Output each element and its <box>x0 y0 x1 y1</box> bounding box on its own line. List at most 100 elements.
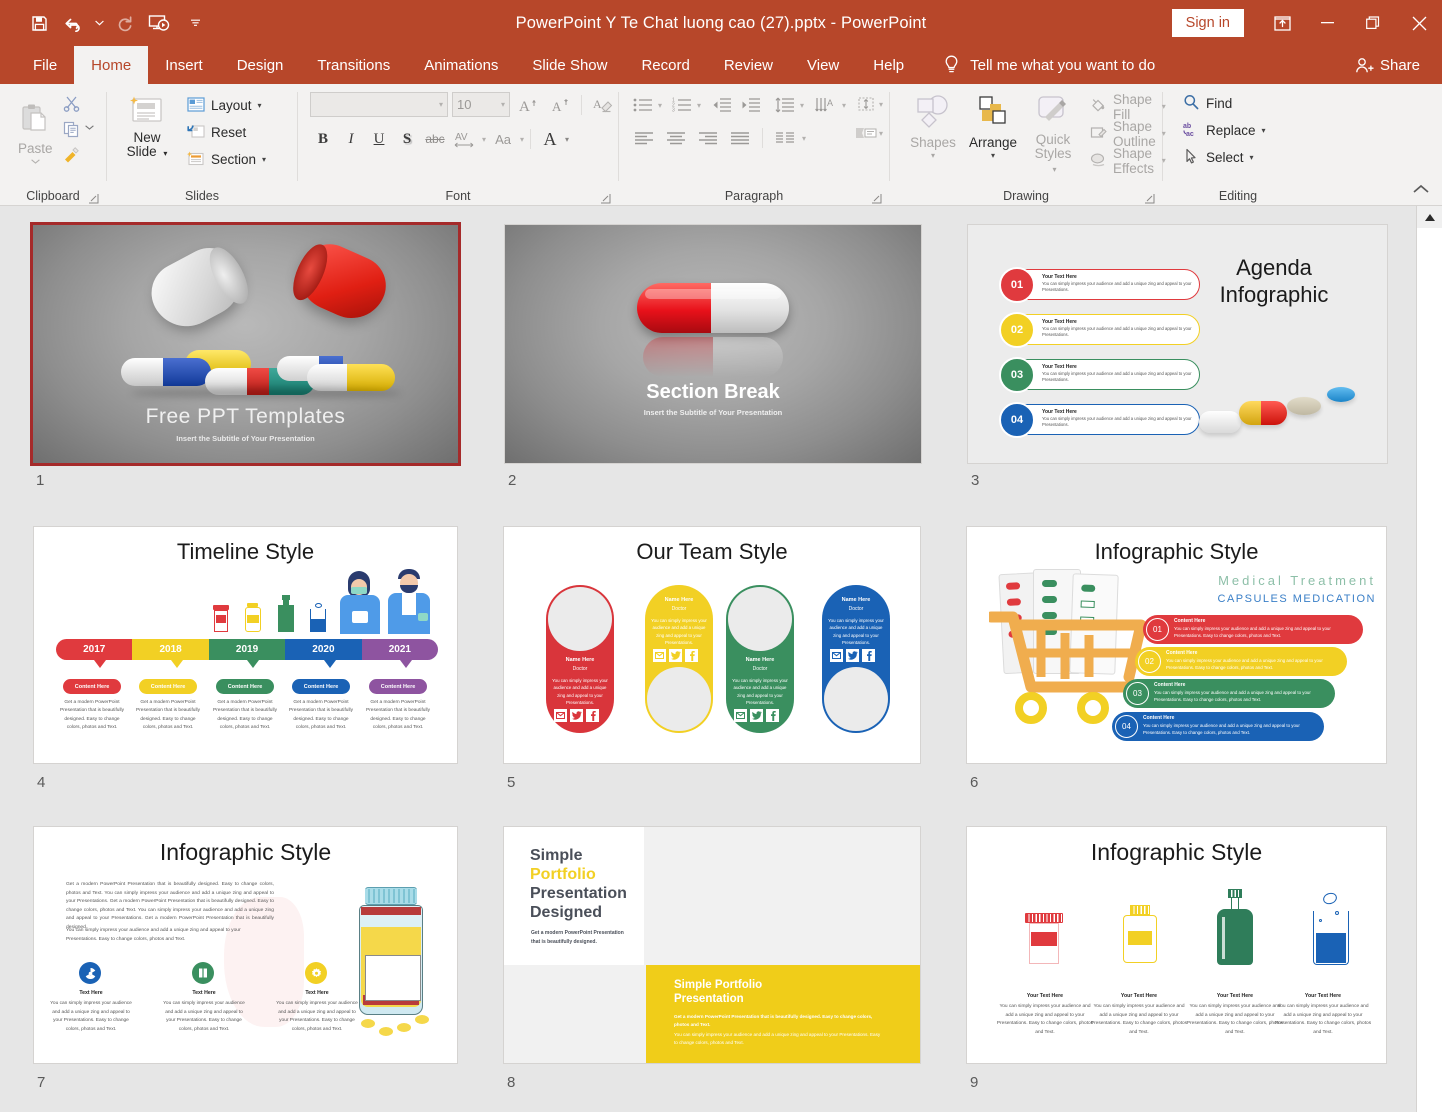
tell-me-search[interactable]: Tell me what you want to do <box>943 46 1155 84</box>
increase-indent-icon[interactable] <box>737 93 765 117</box>
numbering-caret[interactable]: ▾ <box>697 102 701 110</box>
maximize-restore-button[interactable] <box>1350 0 1396 46</box>
tab-slide-show[interactable]: Slide Show <box>515 46 624 84</box>
slide-thumbnail-4[interactable]: Timeline Style 2017 2018 2019 2020 2021 … <box>33 526 458 764</box>
tab-help[interactable]: Help <box>856 46 921 84</box>
slide-cell-6[interactable]: Infographic Style Medical Treatment CAPS… <box>966 526 1387 791</box>
strikethrough-button[interactable]: abc <box>422 127 448 151</box>
smartart-icon[interactable] <box>853 121 879 145</box>
slide-thumbnail-5[interactable]: Our Team Style Name Here Doctor You can … <box>503 526 921 764</box>
sign-in-button[interactable]: Sign in <box>1171 8 1244 38</box>
facebook-icon[interactable] <box>766 709 779 722</box>
drawing-dialog-launcher[interactable] <box>1144 191 1156 204</box>
font-name-combo[interactable]: ▾ <box>310 92 448 117</box>
character-spacing-caret[interactable]: ▾ <box>482 136 486 144</box>
arrange-caret[interactable]: ▾ <box>991 152 995 160</box>
change-case-caret[interactable]: ▾ <box>520 136 524 144</box>
character-spacing-icon[interactable]: AV <box>450 127 480 151</box>
envelope-icon[interactable] <box>734 709 747 722</box>
columns-caret[interactable]: ▾ <box>802 135 806 143</box>
select-button[interactable]: Select ▾ <box>1179 144 1270 171</box>
align-text-icon[interactable] <box>853 92 879 116</box>
line-spacing-icon[interactable] <box>771 93 799 117</box>
cut-icon[interactable] <box>59 91 85 115</box>
reset-button[interactable]: Reset <box>183 119 270 146</box>
select-caret[interactable]: ▾ <box>1250 153 1254 162</box>
slide-cell-2[interactable]: Section Break Insert the Subtitle of You… <box>504 224 922 489</box>
shapes-caret[interactable]: ▾ <box>931 152 935 160</box>
smartart-caret[interactable]: ▾ <box>879 130 883 138</box>
envelope-icon[interactable] <box>653 649 666 662</box>
shape-fill-button[interactable]: Shape Fill ▾ <box>1086 92 1170 122</box>
slide-thumbnail-8[interactable]: Simple Portfolio Presentation Designed G… <box>503 826 921 1064</box>
paragraph-dialog-launcher[interactable] <box>871 191 883 204</box>
increase-font-size-icon[interactable]: A <box>514 93 542 117</box>
italic-button[interactable]: I <box>338 127 364 151</box>
tab-file[interactable]: File <box>16 46 74 84</box>
tab-view[interactable]: View <box>790 46 856 84</box>
font-size-caret[interactable]: ▾ <box>495 100 505 109</box>
slide-cell-9[interactable]: Infographic Style Your Text Here You can… <box>966 826 1387 1091</box>
clear-formatting-icon[interactable]: A <box>589 93 617 117</box>
columns-icon[interactable] <box>770 126 800 150</box>
numbering-icon[interactable]: 123 <box>668 93 696 117</box>
format-painter-icon[interactable] <box>59 143 85 167</box>
facebook-icon[interactable] <box>586 709 599 722</box>
justify-icon[interactable] <box>725 126 755 150</box>
font-color-button[interactable]: A <box>537 127 563 151</box>
replace-caret[interactable]: ▾ <box>1262 126 1266 135</box>
ribbon-display-options-icon[interactable] <box>1260 0 1304 46</box>
close-button[interactable] <box>1396 0 1442 46</box>
twitter-icon[interactable] <box>750 709 763 722</box>
section-caret[interactable]: ▾ <box>262 155 266 164</box>
facebook-icon[interactable] <box>685 649 698 662</box>
tab-review[interactable]: Review <box>707 46 790 84</box>
arrange-button[interactable]: Arrange ▾ <box>962 89 1024 160</box>
layout-caret[interactable]: ▾ <box>258 101 262 110</box>
copy-icon[interactable] <box>59 117 85 141</box>
font-name-caret[interactable]: ▾ <box>433 100 443 109</box>
slide-thumbnail-3[interactable]: Agenda Infographic 01 Your Text Here You… <box>967 224 1388 464</box>
clipboard-options-caret[interactable] <box>84 123 94 132</box>
bullets-caret[interactable]: ▾ <box>658 102 662 110</box>
replace-button[interactable]: ab ac Replace ▾ <box>1179 117 1270 144</box>
line-spacing-caret[interactable]: ▾ <box>800 102 804 110</box>
undo-icon[interactable] <box>56 6 90 40</box>
text-direction-icon[interactable]: A <box>811 93 841 117</box>
align-center-icon[interactable] <box>661 126 691 150</box>
bold-button[interactable]: B <box>310 127 336 151</box>
slide-thumbnail-2[interactable]: Section Break Insert the Subtitle of You… <box>504 224 922 464</box>
font-color-caret[interactable]: ▾ <box>565 136 569 144</box>
shape-outline-button[interactable]: Shape Outline ▾ <box>1086 119 1170 149</box>
decrease-font-size-icon[interactable]: A <box>546 93 574 117</box>
slide-thumbnail-7[interactable]: Infographic Style Get a modern PowerPoin… <box>33 826 458 1064</box>
change-case-button[interactable]: Aa <box>488 127 518 151</box>
facebook-icon[interactable] <box>862 649 875 662</box>
customize-quick-access-toolbar-caret[interactable] <box>186 6 204 40</box>
slide-cell-7[interactable]: Infographic Style Get a modern PowerPoin… <box>33 826 458 1091</box>
tab-design[interactable]: Design <box>220 46 301 84</box>
slide-thumbnail-1[interactable]: Free PPT Templates Insert the Subtitle o… <box>30 222 461 466</box>
vertical-scrollbar[interactable] <box>1416 206 1442 1112</box>
undo-dropdown-caret[interactable] <box>90 6 108 40</box>
font-size-combo[interactable]: 10 ▾ <box>452 92 510 117</box>
text-shadow-button[interactable]: S <box>394 127 420 151</box>
minimize-button[interactable] <box>1304 0 1350 46</box>
slide-thumbnail-6[interactable]: Infographic Style Medical Treatment CAPS… <box>966 526 1387 764</box>
align-text-caret[interactable]: ▾ <box>879 101 883 109</box>
bullets-icon[interactable] <box>629 93 657 117</box>
paste-button[interactable]: Paste <box>12 89 59 166</box>
slide-cell-4[interactable]: Timeline Style 2017 2018 2019 2020 2021 … <box>33 526 458 791</box>
twitter-icon[interactable] <box>846 649 859 662</box>
scrollbar-track[interactable] <box>1417 228 1442 1090</box>
section-button[interactable]: Section ▾ <box>183 146 270 173</box>
scroll-up-button[interactable] <box>1417 206 1442 228</box>
twitter-icon[interactable] <box>669 649 682 662</box>
layout-button[interactable]: Layout ▾ <box>183 92 270 119</box>
new-slide-button[interactable]: New Slide ▾ <box>117 89 177 159</box>
shapes-button[interactable]: Shapes ▾ <box>904 89 962 160</box>
slide-cell-5[interactable]: Our Team Style Name Here Doctor You can … <box>503 526 921 791</box>
decrease-indent-icon[interactable] <box>708 93 736 117</box>
envelope-icon[interactable] <box>830 649 843 662</box>
underline-button[interactable]: U <box>366 127 392 151</box>
